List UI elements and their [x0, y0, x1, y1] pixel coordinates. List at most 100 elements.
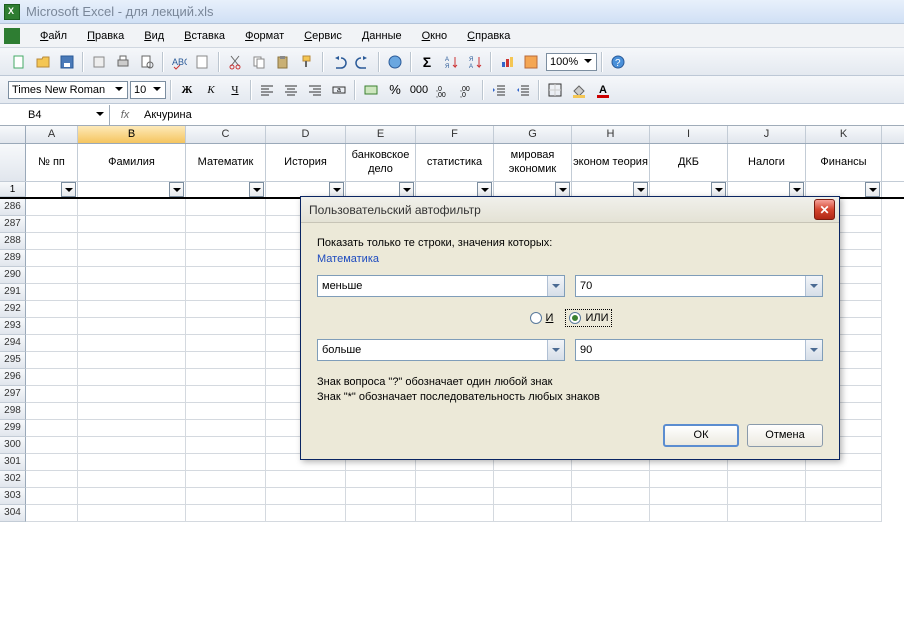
cell[interactable]: [728, 488, 806, 505]
dropdown-icon[interactable]: [547, 276, 564, 296]
autofilter-dropdown-icon[interactable]: [169, 182, 184, 197]
font-size-combo[interactable]: 10: [130, 81, 166, 99]
cell[interactable]: [26, 233, 78, 250]
cell[interactable]: [78, 284, 186, 301]
cell[interactable]: [266, 471, 346, 488]
menu-data[interactable]: Данные: [352, 27, 412, 45]
row-header[interactable]: 294: [0, 335, 26, 352]
dropdown-icon[interactable]: [805, 340, 822, 360]
data-header-cell[interactable]: Математик: [186, 144, 266, 181]
spelling-icon[interactable]: ABC: [168, 51, 190, 73]
menu-format[interactable]: Формат: [235, 27, 294, 45]
percent-icon[interactable]: %: [384, 79, 406, 101]
menu-view[interactable]: Вид: [134, 27, 174, 45]
row-header[interactable]: 298: [0, 403, 26, 420]
row-header[interactable]: 297: [0, 386, 26, 403]
cell[interactable]: [494, 488, 572, 505]
autosum-icon[interactable]: Σ: [416, 51, 438, 73]
menu-help[interactable]: Справка: [457, 27, 520, 45]
cell[interactable]: [728, 505, 806, 522]
cell[interactable]: [26, 335, 78, 352]
cell[interactable]: [26, 318, 78, 335]
row-header[interactable]: 300: [0, 437, 26, 454]
row-header[interactable]: 296: [0, 369, 26, 386]
column-header-A[interactable]: A: [26, 126, 78, 143]
decrease-decimal-icon[interactable]: ,00,0: [456, 79, 478, 101]
merge-center-icon[interactable]: a: [328, 79, 350, 101]
cell[interactable]: [186, 420, 266, 437]
cell[interactable]: [186, 335, 266, 352]
cell[interactable]: [572, 505, 650, 522]
value1-combo[interactable]: 70: [575, 275, 823, 297]
cell[interactable]: [186, 267, 266, 284]
research-icon[interactable]: [192, 51, 214, 73]
data-header-cell[interactable]: эконом теория: [572, 144, 650, 181]
cell[interactable]: [186, 216, 266, 233]
autofilter-dropdown-icon[interactable]: [249, 182, 264, 197]
row-header[interactable]: 287: [0, 216, 26, 233]
cell[interactable]: [186, 386, 266, 403]
cell[interactable]: [186, 199, 266, 216]
print-icon[interactable]: [112, 51, 134, 73]
cell[interactable]: [26, 437, 78, 454]
borders-icon[interactable]: [544, 79, 566, 101]
cut-icon[interactable]: [224, 51, 246, 73]
cancel-button[interactable]: Отмена: [747, 424, 823, 447]
operator1-combo[interactable]: меньше: [317, 275, 565, 297]
cell[interactable]: [494, 505, 572, 522]
row-header[interactable]: 290: [0, 267, 26, 284]
cell[interactable]: [26, 505, 78, 522]
paste-icon[interactable]: [272, 51, 294, 73]
radio-or[interactable]: ИЛИ: [567, 311, 610, 325]
format-painter-icon[interactable]: [296, 51, 318, 73]
align-center-icon[interactable]: [280, 79, 302, 101]
cell[interactable]: [186, 301, 266, 318]
italic-icon[interactable]: К: [200, 79, 222, 101]
cell[interactable]: [346, 471, 416, 488]
cell[interactable]: [26, 352, 78, 369]
menu-file[interactable]: Файл: [30, 27, 77, 45]
help-icon[interactable]: ?: [607, 51, 629, 73]
cell[interactable]: [728, 471, 806, 488]
cell[interactable]: [78, 386, 186, 403]
cell[interactable]: [186, 369, 266, 386]
cell[interactable]: [78, 369, 186, 386]
hyperlink-icon[interactable]: [384, 51, 406, 73]
cell[interactable]: [78, 420, 186, 437]
dropdown-icon[interactable]: [547, 340, 564, 360]
row-header[interactable]: 291: [0, 284, 26, 301]
autofilter-dropdown-icon[interactable]: [329, 182, 344, 197]
cell[interactable]: [572, 471, 650, 488]
row-header[interactable]: 288: [0, 233, 26, 250]
cell[interactable]: [26, 369, 78, 386]
autofilter-dropdown-icon[interactable]: [865, 182, 880, 197]
cell[interactable]: [26, 471, 78, 488]
cell[interactable]: [78, 318, 186, 335]
data-header-cell[interactable]: мировая экономик: [494, 144, 572, 181]
cell[interactable]: [186, 318, 266, 335]
currency-icon[interactable]: [360, 79, 382, 101]
cell[interactable]: [186, 233, 266, 250]
row-header[interactable]: 289: [0, 250, 26, 267]
data-header-cell[interactable]: Фамилия: [78, 144, 186, 181]
cell[interactable]: [78, 454, 186, 471]
cell[interactable]: [186, 284, 266, 301]
cell[interactable]: [806, 471, 882, 488]
cell[interactable]: [78, 403, 186, 420]
fill-color-icon[interactable]: [568, 79, 590, 101]
row-header[interactable]: 301: [0, 454, 26, 471]
column-header-B[interactable]: B: [78, 126, 186, 143]
cell[interactable]: [266, 505, 346, 522]
cell[interactable]: [78, 352, 186, 369]
align-right-icon[interactable]: [304, 79, 326, 101]
row-header[interactable]: 299: [0, 420, 26, 437]
data-header-cell[interactable]: Налоги: [728, 144, 806, 181]
cell[interactable]: [806, 505, 882, 522]
zoom-combo[interactable]: 100%: [546, 53, 597, 71]
new-icon[interactable]: [8, 51, 30, 73]
cell[interactable]: [26, 199, 78, 216]
cell[interactable]: [78, 301, 186, 318]
row-header[interactable]: 302: [0, 471, 26, 488]
column-header-E[interactable]: E: [346, 126, 416, 143]
cell[interactable]: [266, 488, 346, 505]
